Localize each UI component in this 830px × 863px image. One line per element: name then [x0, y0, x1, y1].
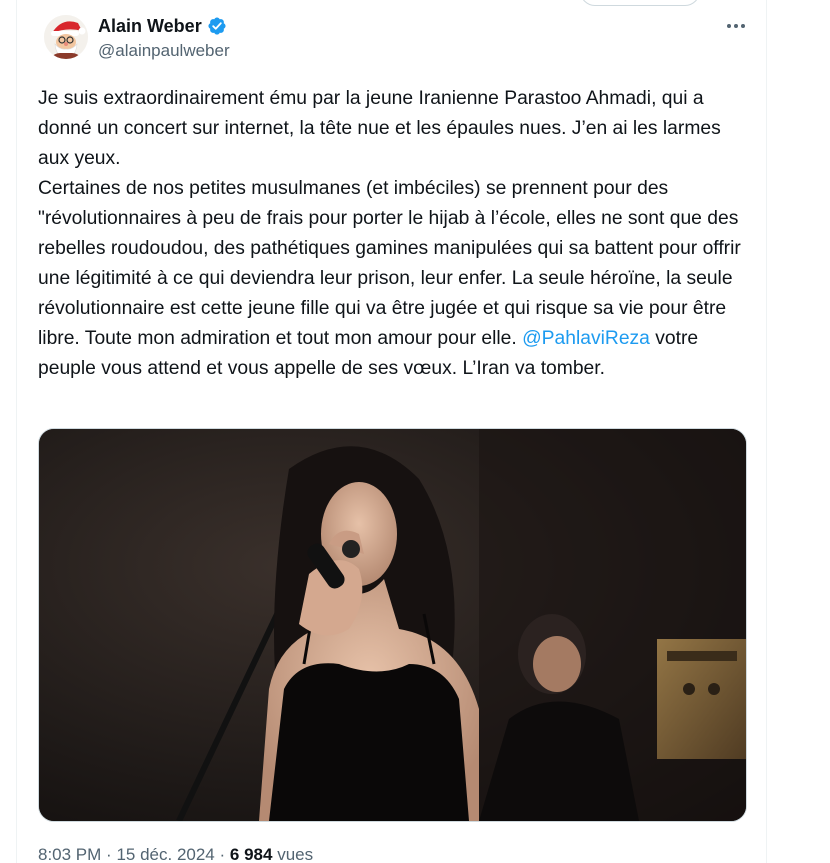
tweet-date[interactable]: 15 déc. 2024 [116, 845, 214, 863]
concert-video-thumbnail [39, 429, 746, 821]
more-options-button[interactable] [722, 14, 750, 38]
verified-badge-icon [207, 16, 227, 36]
meta-separator: · [219, 845, 226, 863]
author-handle[interactable]: @alainpaulweber [98, 40, 230, 62]
author-name-row[interactable]: Alain Weber [98, 15, 227, 37]
tweet-page: Alain Weber @alainpaulweber Je suis extr… [0, 0, 830, 863]
views-label: vues [277, 845, 314, 863]
tweet-paragraph-1: Je suis extraordinairement ému par la je… [38, 88, 721, 169]
tweet-text: Je suis extraordinairement ému par la je… [38, 84, 754, 384]
tweet-paragraph-2-text: Certaines de nos petites musulmanes (et … [38, 178, 741, 349]
tweet-video[interactable] [38, 428, 747, 822]
tweet-time[interactable]: 8:03 PM [38, 845, 101, 863]
follow-button-partial[interactable] [580, 0, 700, 6]
tweet-paragraph-2: Certaines de nos petites musulmanes (et … [38, 174, 754, 384]
more-options-icon [727, 24, 745, 28]
avatar[interactable] [44, 15, 88, 59]
meta-separator: · [106, 845, 112, 863]
mention-link[interactable]: @PahlaviReza [522, 328, 650, 349]
santa-avatar-icon [44, 15, 88, 59]
views-count[interactable]: 6 984 [230, 845, 273, 863]
tweet-meta: 8:03 PM · 15 déc. 2024 · 6 984 vues [38, 844, 313, 863]
author-name[interactable]: Alain Weber [98, 15, 202, 37]
